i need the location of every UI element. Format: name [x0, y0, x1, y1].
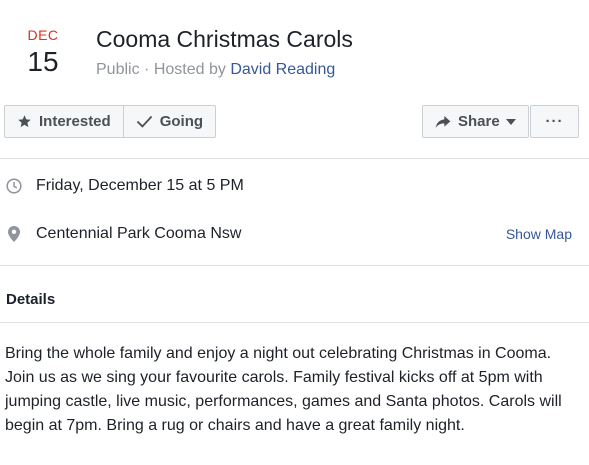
interested-label: Interested [39, 113, 111, 130]
event-location: Centennial Park Cooma Nsw [36, 225, 242, 242]
rsvp-button-group: Interested Going [4, 105, 217, 138]
share-label: Share [458, 113, 500, 130]
divider [0, 158, 589, 159]
divider [0, 265, 589, 266]
caret-down-icon [505, 118, 516, 125]
event-title: Cooma Christmas Carols [96, 26, 353, 52]
star-icon [18, 115, 31, 128]
details-heading: Details [6, 291, 56, 308]
going-label: Going [159, 113, 204, 130]
more-options-button[interactable]: ··· [546, 106, 564, 137]
show-map-link[interactable]: Show Map [506, 226, 572, 242]
share-button-group: Share [422, 105, 529, 138]
divider [0, 322, 589, 323]
clock-icon [6, 178, 22, 194]
map-pin-icon [8, 226, 20, 242]
event-visibility: Public [96, 61, 140, 78]
interested-button[interactable]: Interested [5, 106, 123, 137]
event-description: Bring the whole family and enjoy a night… [5, 345, 562, 434]
going-button[interactable]: Going [122, 106, 215, 137]
check-icon [136, 115, 152, 128]
more-options-group: ··· [530, 105, 579, 138]
separator-dot: · [144, 61, 154, 78]
date-month: DEC [27, 27, 59, 43]
date-day: 15 [27, 46, 59, 77]
hosted-by-label: Hosted by [153, 61, 226, 78]
share-arrow-icon [435, 115, 451, 128]
share-button[interactable]: Share [423, 106, 528, 137]
host-link[interactable]: David Reading [230, 61, 335, 78]
event-datetime: Friday, December 15 at 5 PM [36, 177, 244, 194]
event-subtitle: Public · Hosted by David Reading [96, 61, 335, 79]
